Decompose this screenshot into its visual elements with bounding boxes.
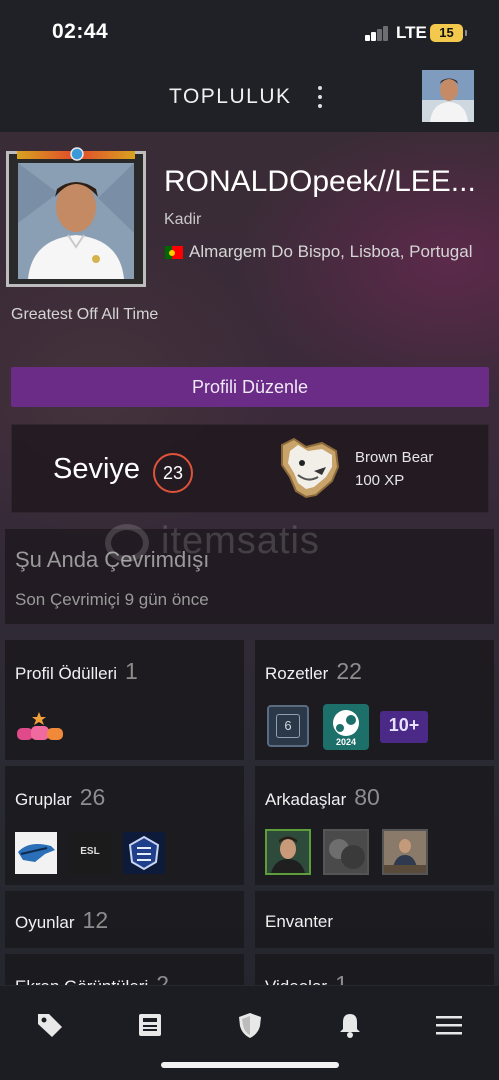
tile-profile-awards[interactable]: Profil Ödülleri 1 — [5, 640, 244, 760]
page-title: TOPLULUK — [169, 85, 292, 108]
cellular-signal-icon — [365, 25, 391, 41]
network-type: LTE — [396, 23, 427, 42]
badge-name: Brown Bear — [355, 449, 434, 466]
news-icon[interactable] — [135, 1010, 165, 1040]
frame-gem-icon — [70, 147, 84, 161]
portugal-flag-icon — [165, 246, 183, 259]
badge-years-icon[interactable]: 6 — [267, 705, 309, 747]
watermark-icon — [105, 524, 149, 562]
tile-label: Ekran Görüntüleri — [15, 977, 148, 985]
group-avatar-big[interactable] — [123, 832, 165, 874]
profile-name: RONALDOpeek//LEE... — [164, 165, 476, 198]
tile-screenshots[interactable]: Ekran Görüntüleri 2 — [5, 954, 244, 985]
bell-icon[interactable] — [335, 1010, 365, 1040]
tile-count: 26 — [79, 784, 106, 810]
friend-avatar[interactable] — [382, 829, 428, 875]
watermark-text: itemsatis — [161, 520, 320, 562]
profile-avatar-frame[interactable] — [6, 147, 146, 287]
tile-label: Rozetler — [265, 664, 329, 683]
badge-steam-2024-icon[interactable]: 2024 — [323, 704, 369, 750]
status-time: 02:44 — [52, 20, 109, 43]
user-avatar[interactable] — [422, 70, 474, 122]
status-bar: 02:44 LTE 15 — [0, 0, 499, 64]
group-avatar-panther[interactable] — [15, 832, 57, 874]
bear-badge-icon — [276, 437, 342, 501]
level-panel[interactable]: Seviye 23 Brown Bear 100 XP — [11, 424, 489, 513]
watermark-logo: itemsatis — [105, 520, 395, 570]
tile-count: 2 — [156, 971, 170, 985]
menu-icon[interactable] — [434, 1010, 464, 1040]
tile-count: 1 — [125, 658, 138, 684]
friend-avatar[interactable] — [323, 829, 369, 875]
shield-icon[interactable] — [235, 1010, 265, 1040]
badge-level-10-icon[interactable]: 10+ — [380, 711, 428, 743]
tile-groups[interactable]: Gruplar 26 ESL — [5, 766, 244, 885]
tile-friends[interactable]: Arkadaşlar 80 — [255, 766, 494, 885]
battery-icon: 15 — [430, 24, 467, 42]
last-online-text: Son Çevrimiçi 9 gün önce — [15, 590, 209, 609]
more-options-icon[interactable] — [312, 84, 328, 110]
profile-summary: Greatest Off All Time — [11, 306, 159, 323]
profile-real-name: Kadir — [164, 211, 202, 228]
profile-avatar — [18, 163, 134, 279]
tile-count: 80 — [354, 784, 380, 810]
tile-count: 1 — [335, 971, 348, 985]
home-indicator[interactable] — [161, 1062, 339, 1068]
tile-label: Gruplar — [15, 790, 72, 809]
badge-xp: 100 XP — [355, 472, 405, 489]
level-label: Seviye — [53, 453, 141, 485]
tile-inventory[interactable]: Envanter — [255, 891, 494, 948]
level-badge: 23 — [153, 453, 193, 493]
tile-badges[interactable]: Rozetler 22 6 2024 10+ — [255, 640, 494, 760]
friend-avatar[interactable] — [265, 829, 311, 875]
tile-count: 22 — [336, 658, 362, 684]
tile-label: Profil Ödülleri — [15, 664, 118, 683]
tile-games[interactable]: Oyunlar 12 — [5, 891, 244, 948]
tile-label: Oyunlar — [15, 913, 75, 932]
profile-location: Almargem Do Bispo, Lisboa, Portugal — [189, 242, 473, 261]
app-header: TOPLULUK — [0, 64, 499, 132]
edit-profile-button[interactable]: Profili Düzenle — [11, 367, 489, 407]
tile-videos[interactable]: Videolar 1 — [255, 954, 494, 985]
tag-icon[interactable] — [35, 1010, 65, 1040]
tile-label: Arkadaşlar — [265, 790, 347, 809]
tile-label: Videolar — [265, 977, 327, 985]
tile-label: Envanter — [265, 912, 334, 931]
group-avatar-esl[interactable]: ESL — [69, 832, 111, 874]
tile-count: 12 — [82, 907, 109, 933]
award-icon — [15, 710, 65, 742]
